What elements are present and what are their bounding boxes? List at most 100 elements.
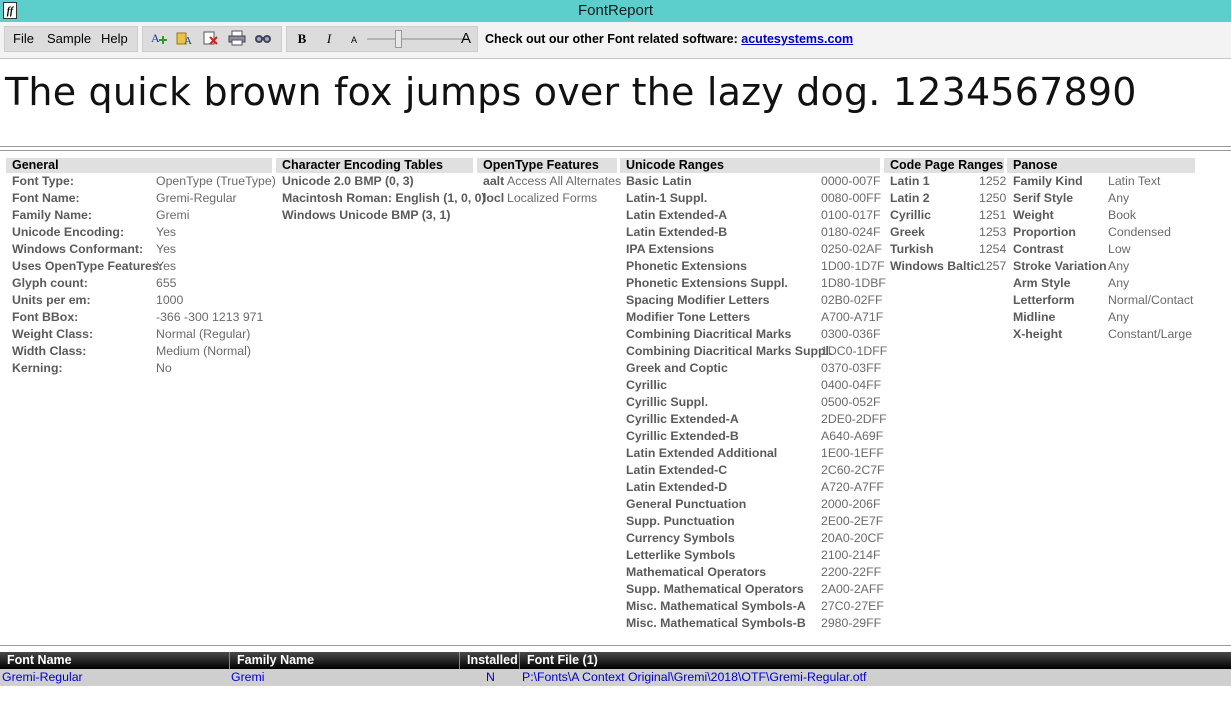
item-value: 1254	[979, 242, 1007, 256]
item-value: 1000	[156, 293, 184, 307]
col-font-file[interactable]: Font File (1)	[520, 652, 1231, 669]
item-value: 0400-04FF	[821, 378, 882, 392]
item-label: Cyrillic	[890, 208, 932, 222]
item-value: 0500-052F	[821, 395, 881, 409]
preview-icon[interactable]	[253, 30, 273, 48]
list-item: Letterlike Symbols 2100-214F	[620, 547, 880, 564]
list-item: Font Name: Gremi-Regular	[6, 190, 272, 207]
list-item: Font BBox: -366 -300 1213 971	[6, 309, 272, 326]
item-value: 1250	[979, 191, 1007, 205]
item-label: Serif Style	[1013, 191, 1074, 205]
bold-button[interactable]: B	[292, 30, 312, 48]
col-family-name[interactable]: Family Name	[230, 652, 460, 669]
item-value: Low	[1108, 242, 1131, 256]
item-label: Letterform	[1013, 293, 1075, 307]
item-value: A720-A7FF	[821, 480, 884, 494]
item-label: Arm Style	[1013, 276, 1071, 290]
item-value: Book	[1108, 208, 1137, 222]
list-item: Greek and Coptic 0370-03FF	[620, 360, 882, 377]
item-label: Cyrillic Extended-A	[626, 412, 739, 426]
list-item: Cyrillic Extended-B A640-A69F	[620, 428, 883, 445]
general-section: General Font Type: OpenType (TrueType) Fon…	[6, 158, 276, 377]
list-item: Unicode 2.0 BMP (0, 3)	[276, 173, 473, 190]
list-item: Greek 1253	[884, 224, 1006, 241]
print-icon[interactable]	[227, 30, 247, 48]
item-value: Latin Text	[1108, 174, 1161, 188]
item-label: Units per em:	[12, 293, 91, 307]
list-item: Latin Extended-D A720-A7FF	[620, 479, 884, 496]
item-value: 2200-22FF	[821, 565, 882, 579]
item-value: 655	[156, 276, 177, 290]
item-value: Yes	[156, 259, 177, 273]
promo-link[interactable]: acutesystems.com	[741, 32, 853, 46]
size-slider[interactable]: A A	[349, 27, 477, 51]
item-value: 0180-024F	[821, 225, 881, 239]
list-item: X-height Constant/Large	[1007, 326, 1195, 343]
italic-button[interactable]: I	[319, 30, 339, 48]
item-value: 2000-206F	[821, 497, 881, 511]
item-label: Font BBox:	[12, 310, 79, 324]
item-value: Constant/Large	[1108, 327, 1193, 341]
list-item: Font Type: OpenType (TrueType)	[6, 173, 276, 190]
list-item: Latin 1 1252	[884, 173, 1006, 190]
item-label: Currency Symbols	[626, 531, 735, 545]
item-value: 0370-03FF	[821, 361, 882, 375]
font-actions-group: A A	[142, 26, 282, 52]
col-installed[interactable]: Installed	[460, 652, 520, 669]
item-value: 2E00-2E7F	[821, 514, 884, 528]
item-label: Basic Latin	[626, 174, 692, 188]
panose-header: Panose	[1007, 158, 1195, 173]
item-value: No	[156, 361, 172, 375]
remove-font-icon[interactable]	[201, 30, 221, 48]
item-label: Latin Extended Additional	[626, 446, 778, 460]
list-item: Units per em: 1000	[6, 292, 272, 309]
list-item: Basic Latin 0000-007F	[620, 173, 880, 190]
item-value: 1D00-1D7F	[821, 259, 885, 273]
promo-banner: Check out our other Font related softwar…	[485, 32, 853, 46]
menu-file[interactable]: File	[13, 27, 34, 51]
list-item: Supp. Punctuation 2E00-2E7F	[620, 513, 884, 530]
item-label: Uses OpenType Features:	[12, 259, 163, 273]
item-value: 2C60-2C7F	[821, 463, 885, 477]
list-item: Latin-1 Suppl. 0080-00FF	[620, 190, 881, 207]
item-label: Greek and Coptic	[626, 361, 728, 375]
table-row[interactable]: Gremi-Regular Gremi N P:\Fonts\A Context…	[0, 669, 1231, 686]
menu-bar: File Sample Help	[4, 26, 138, 52]
item-label: Font Name:	[12, 191, 80, 205]
codepage-header: Code Page Ranges	[884, 158, 1004, 173]
item-value: 0300-036F	[821, 327, 881, 341]
item-label: Supp. Punctuation	[626, 514, 735, 528]
list-item: Latin 2 1250	[884, 190, 1007, 207]
item-value: Any	[1108, 259, 1130, 273]
add-font-icon[interactable]: A	[149, 30, 169, 48]
item-value: 0000-007F	[821, 174, 881, 188]
item-value: 0100-017F	[821, 208, 881, 222]
add-folder-icon[interactable]: A	[175, 30, 195, 48]
col-font-name[interactable]: Font Name	[0, 652, 230, 669]
item-label: Family Kind	[1013, 174, 1083, 188]
item-label: Supp. Mathematical Operators	[626, 582, 804, 596]
svg-text:A: A	[184, 35, 192, 46]
sample-text: The quick brown fox jumps over the lazy …	[5, 70, 1137, 114]
item-value: Localized Forms	[507, 191, 598, 205]
item-value: Gremi-Regular	[156, 191, 237, 205]
list-item: Kerning: No	[6, 360, 272, 377]
item-label: Latin 2	[890, 191, 930, 205]
item-value: 2980-29FF	[821, 616, 882, 630]
item-label: Width Class:	[12, 344, 87, 358]
list-item: Letterform Normal/Contact	[1007, 292, 1195, 309]
item-value: 2DE0-2DFF	[821, 412, 887, 426]
item-label: Cyrillic Suppl.	[626, 395, 708, 409]
list-item: Windows Baltic 1257	[884, 258, 1006, 275]
menu-help[interactable]: Help	[101, 27, 128, 51]
item-label: Proportion	[1013, 225, 1076, 239]
slider-thumb[interactable]	[395, 30, 402, 48]
menu-sample[interactable]: Sample	[47, 27, 91, 51]
item-label: Combining Diacritical Marks Suppl.	[626, 344, 833, 358]
encoding-table-name: Windows Unicode BMP (3, 1)	[282, 208, 451, 222]
list-item: Combining Diacritical Marks 0300-036F	[620, 326, 880, 343]
item-label: Windows Baltic	[890, 259, 981, 273]
item-label: Latin Extended-D	[626, 480, 728, 494]
list-item: IPA Extensions 0250-02AF	[620, 241, 882, 258]
encoding-table-name: Unicode 2.0 BMP (0, 3)	[282, 174, 414, 188]
